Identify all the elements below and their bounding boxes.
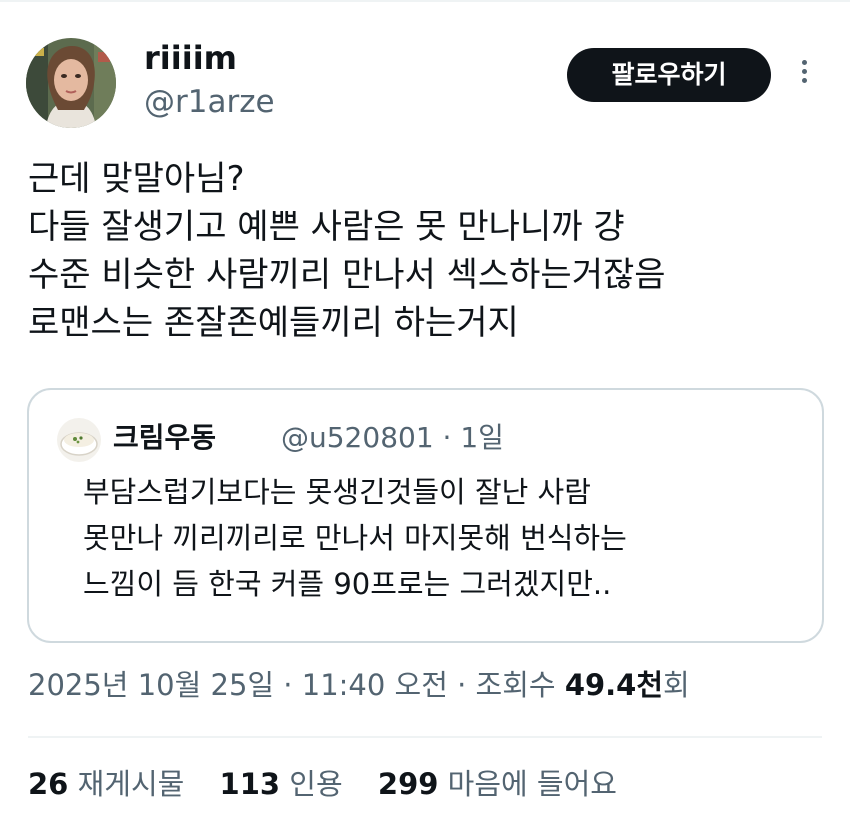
quoted-tweet-card[interactable]: 크림우동 @u520801 · 1일 부담스럽기보다는 못생긴것들이 잘난 사람…: [27, 388, 824, 643]
likes-count: 299: [377, 767, 439, 801]
quoted-author-meta: @u520801 · 1일: [281, 418, 504, 458]
quoted-tweet-line: 부담스럽기보다는 못생긴것들이 잘난 사람: [83, 475, 591, 509]
quotes-label: 인용: [289, 767, 343, 801]
quotes-count: 113: [219, 767, 281, 801]
quoted-tweet-line: 못만나 끼리끼리로 만나서 마지못해 번식하는: [83, 521, 627, 555]
author-handle[interactable]: @r1arze: [144, 82, 275, 122]
quoted-author-handle[interactable]: @u520801: [281, 421, 434, 454]
tweet-timestamp-row: 2025년 10월 25일 · 11:40 오전 · 조회수 49.4천회: [28, 663, 690, 707]
more-options-icon[interactable]: [790, 56, 818, 96]
more-dot: [801, 69, 807, 74]
reposts-label: 재게시물: [77, 767, 185, 801]
tweet-line: 다들 잘생기고 예쁜 사람은 못 만나니까 걍: [28, 207, 625, 247]
top-divider: [0, 0, 850, 2]
likes-label: 마음에 들어요: [447, 767, 617, 801]
quoted-tweet-header: 크림우동 @u520801 · 1일: [57, 412, 797, 462]
views-suffix: 회: [663, 668, 690, 702]
more-dot: [801, 78, 807, 83]
tweet-line: 근데 맞말아님?: [28, 159, 245, 199]
quoted-tweet-age[interactable]: 1일: [460, 421, 504, 454]
tweet-timestamp[interactable]: 2025년 10월 25일 · 11:40 오전 · 조회수: [28, 668, 565, 702]
author-avatar[interactable]: [26, 38, 116, 128]
tweet-line: 로맨스는 존잘존예들끼리 하는거지: [28, 303, 519, 343]
author-display-name[interactable]: riiiim: [144, 38, 237, 78]
meta-separator: ·: [442, 421, 452, 454]
follow-button[interactable]: 팔로우하기: [567, 48, 771, 102]
cream-udon-bowl-icon: [57, 418, 101, 462]
views-count: 49.4천: [564, 668, 664, 702]
reposts-stat[interactable]: 26 재게시물: [28, 762, 184, 806]
engagement-stats: 26 재게시물 113 인용 299 마음에 들어요: [28, 762, 643, 806]
tweet-line: 수준 비슷한 사람끼리 만나서 섹스하는거잖음: [28, 255, 666, 295]
tweet-text: 근데 맞말아님? 다들 잘생기고 예쁜 사람은 못 만나니까 걍 수준 비슷한 …: [28, 155, 828, 347]
more-dot: [801, 60, 807, 65]
reposts-count: 26: [28, 767, 69, 801]
quoted-tweet-text: 부담스럽기보다는 못생긴것들이 잘난 사람 못만나 끼리끼리로 만나서 마지못해…: [83, 469, 813, 607]
quoted-tweet-line: 느낌이 듬 한국 커플 90프로는 그러겠지만..: [83, 567, 612, 601]
author-avatar-image: [26, 38, 116, 128]
quoted-author-avatar[interactable]: [57, 418, 101, 462]
quoted-author-name[interactable]: 크림우동: [113, 418, 216, 458]
quotes-stat[interactable]: 113 인용: [220, 762, 343, 806]
likes-stat[interactable]: 299 마음에 들어요: [378, 762, 617, 806]
stats-divider: [28, 736, 822, 738]
